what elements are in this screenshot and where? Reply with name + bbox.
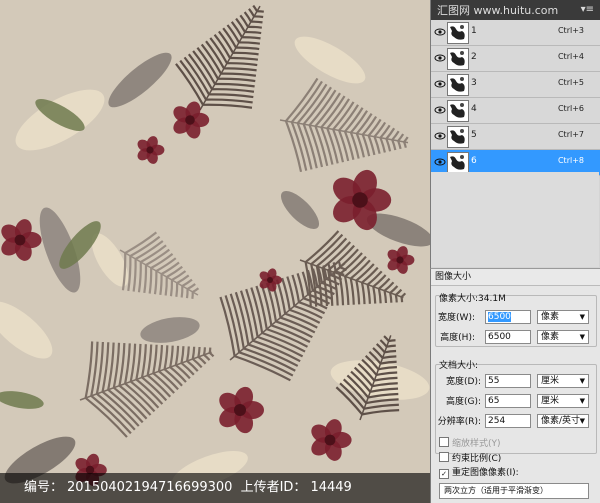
flower-center (146, 146, 154, 154)
chevron-down-icon: ▼ (579, 417, 585, 425)
flower-center (185, 115, 195, 125)
eye-icon[interactable] (434, 156, 446, 168)
pixel-height-label: 高度(H): (440, 333, 475, 343)
channel-shortcut: Ctrl+3 (557, 26, 584, 35)
pixel-height-input[interactable]: 6500 (485, 330, 531, 344)
panel-header: 汇图网 www.huitu.com ▾≡ (431, 0, 600, 20)
pixel-width-row: 宽度(W): 6500 像素 ▼ (431, 310, 599, 326)
channel-list: 1 Ctrl+3 2 Ctrl+4 3 Ctrl+5 4 Ctrl+6 5 Ctrl+7 6 Ctrl… (431, 20, 600, 176)
doc-height-label: 高度(G): (445, 397, 481, 407)
eye-icon[interactable] (434, 104, 446, 116)
chevron-down-icon: ▼ (579, 313, 585, 321)
pixel-width-unit-select[interactable]: 像素 ▼ (537, 310, 589, 324)
serial-label: 编号： (24, 480, 64, 495)
doc-width-unit: 厘米 (541, 376, 560, 386)
pixel-height-row: 高度(H): 6500 像素 ▼ (431, 330, 599, 346)
doc-width-input[interactable]: 55 (485, 374, 531, 388)
constrain-proportions-checkbox[interactable]: 约束比例(C) (439, 452, 501, 464)
uploader-label: 上传者ID： (240, 480, 307, 495)
channel-row[interactable]: 2 Ctrl+4 (431, 46, 600, 72)
eye-icon[interactable] (434, 52, 446, 64)
checkbox-box (439, 452, 449, 462)
site-watermark: 汇图网 www.huitu.com (437, 4, 559, 17)
chevron-down-icon: ▼ (579, 333, 585, 341)
eye-icon[interactable] (434, 26, 446, 38)
pixel-height-unit: 像素 (541, 332, 560, 342)
channel-row[interactable]: 1 Ctrl+3 (431, 20, 600, 46)
channel-row[interactable]: 4 Ctrl+6 (431, 98, 600, 124)
channel-thumbnail (447, 100, 469, 122)
chevron-down-icon: ▼ (579, 397, 585, 405)
channel-row[interactable]: 3 Ctrl+5 (431, 72, 600, 98)
channel-name: 6 (471, 156, 477, 166)
flower-center (324, 434, 336, 446)
flower-center (396, 256, 404, 264)
channel-name: 4 (471, 104, 477, 114)
channel-shortcut: Ctrl+4 (557, 52, 584, 61)
channel-thumbnail (447, 126, 469, 148)
flower-center (352, 192, 368, 208)
pixel-size-label: 像素大小:34.1M (439, 294, 506, 304)
doc-height-input[interactable]: 65 (485, 394, 531, 408)
channel-row[interactable]: 5 Ctrl+7 (431, 124, 600, 150)
uploader-id: 14449 (310, 480, 352, 495)
constrain-label: 约束比例(C) (452, 454, 502, 464)
channel-shortcut: Ctrl+5 (557, 78, 584, 87)
channel-thumbnail (447, 48, 469, 70)
doc-width-row: 宽度(D): 55 厘米 ▼ (431, 374, 599, 390)
eye-icon[interactable] (434, 130, 446, 142)
checkbox-box (439, 437, 449, 447)
doc-height-row: 高度(G): 65 厘米 ▼ (431, 394, 599, 410)
channel-thumbnail (447, 152, 469, 174)
image-canvas[interactable] (0, 0, 430, 503)
flower-center (234, 404, 246, 416)
resolution-unit: 像素/英寸 (541, 416, 581, 426)
serial-number: 20150402194716699300 (67, 480, 233, 495)
resample-method-select[interactable]: 两次立方（适用于平滑渐变） (439, 483, 589, 499)
channel-name: 3 (471, 78, 477, 88)
resample-label: 重定图像像素(I): (452, 468, 519, 478)
resolution-row: 分辨率(R): 254 像素/英寸 ▼ (431, 414, 599, 430)
flower-center (14, 234, 26, 246)
flower-center (267, 277, 273, 283)
doc-height-unit-select[interactable]: 厘米 ▼ (537, 394, 589, 408)
channel-name: 1 (471, 26, 477, 36)
doc-width-unit-select[interactable]: 厘米 ▼ (537, 374, 589, 388)
channel-thumbnail (447, 22, 469, 44)
check-icon: ✓ (439, 469, 449, 479)
resolution-input[interactable]: 254 (485, 414, 531, 428)
pixel-width-input[interactable]: 6500 (485, 310, 531, 324)
doc-size-label: 文档大小: (439, 361, 479, 371)
resample-checkbox[interactable]: ✓ 重定图像像素(I): (439, 467, 519, 479)
image-size-dialog: 图像大小 像素大小:34.1M 宽度(W): 6500 像素 ▼ 高度(H): 6… (430, 268, 600, 503)
info-footer: 编号： 20150402194716699300 上传者ID： 14449 (0, 473, 430, 503)
eye-icon[interactable] (434, 78, 446, 90)
chevron-down-icon: ▼ (579, 377, 585, 385)
pixel-width-unit: 像素 (541, 312, 560, 322)
dialog-title: 图像大小 (431, 269, 600, 286)
resolution-unit-select[interactable]: 像素/英寸 ▼ (537, 414, 589, 428)
resolution-label: 分辨率(R): (437, 417, 481, 427)
floral-artwork (0, 0, 430, 503)
channel-empty-area (431, 172, 599, 267)
channel-shortcut: Ctrl+6 (557, 104, 584, 113)
pixel-width-label: 宽度(W): (438, 313, 475, 323)
channel-name: 2 (471, 52, 477, 62)
pixel-height-unit-select[interactable]: 像素 ▼ (537, 330, 589, 344)
channel-shortcut: Ctrl+8 (557, 156, 584, 165)
doc-height-unit: 厘米 (541, 396, 560, 406)
doc-width-label: 宽度(D): (446, 377, 481, 387)
scale-styles-checkbox[interactable]: 缩放样式(Y) (439, 437, 501, 449)
scale-styles-label: 缩放样式(Y) (452, 439, 501, 449)
channel-name: 5 (471, 130, 477, 140)
panel-menu-icon[interactable]: ▾≡ (581, 4, 594, 15)
pixel-width-value: 6500 (488, 312, 511, 322)
channel-thumbnail (447, 74, 469, 96)
channel-shortcut: Ctrl+7 (557, 130, 584, 139)
